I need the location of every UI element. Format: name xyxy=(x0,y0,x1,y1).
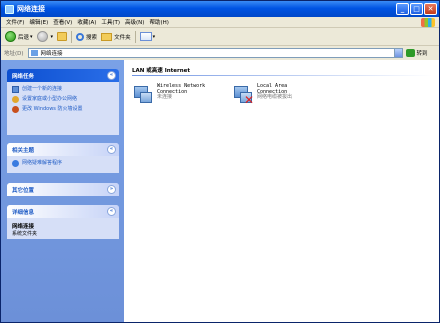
connection-text: Wireless Network Connection 未连接 xyxy=(157,83,205,101)
toolbar: 后退 ▾ ▾ 搜索 文件夹 ▾ xyxy=(1,28,439,46)
see-also-body: 网络疑难解答程序 xyxy=(7,156,119,174)
search-label: 搜索 xyxy=(86,34,98,41)
title-bar[interactable]: 网络连接 _ □ ✕ xyxy=(1,1,439,17)
collapse-icon[interactable]: « xyxy=(107,207,116,216)
task-pane: 网络任务 « 创建一个新的连接 设置家庭或小型办公网络 更改 Windows 防… xyxy=(1,60,124,322)
folder-up-icon xyxy=(57,32,68,41)
views-icon xyxy=(139,32,152,41)
toolbar-separator xyxy=(71,30,73,43)
menu-help[interactable]: 帮助(H) xyxy=(149,18,168,26)
see-also-header[interactable]: 相关主题 « xyxy=(7,143,119,156)
task-troubleshooter[interactable]: 网络疑难解答程序 xyxy=(12,160,114,167)
menu-tools[interactable]: 工具(T) xyxy=(101,18,120,26)
up-folder-button[interactable] xyxy=(57,32,68,41)
task-label: 创建一个新的连接 xyxy=(22,86,63,92)
folders-button[interactable]: 文件夹 xyxy=(101,32,131,41)
collapse-icon[interactable]: « xyxy=(107,145,116,154)
details-panel: 详细信息 « 网络连接 系统文件夹 xyxy=(7,205,119,239)
lan-connection-item[interactable]: ✕ Local Area Connection 网络电缆被拔出 xyxy=(232,83,293,106)
expand-icon[interactable]: » xyxy=(107,185,116,194)
other-places-header[interactable]: 其它位置 » xyxy=(7,183,119,196)
network-folder-icon xyxy=(5,4,14,14)
task-label: 设置家庭或小型办公网络 xyxy=(22,96,78,102)
chevron-down-icon: ▾ xyxy=(152,33,156,40)
go-label: 转到 xyxy=(416,50,428,57)
lan-connection-icon: ✕ xyxy=(232,84,254,106)
task-firewall-settings[interactable]: 更改 Windows 防火墙设置 xyxy=(12,106,114,113)
address-dropdown-icon[interactable] xyxy=(393,48,402,57)
windows-logo-icon xyxy=(421,18,435,27)
firewall-icon xyxy=(12,106,19,113)
menu-file[interactable]: 文件(F) xyxy=(6,18,24,26)
search-icon xyxy=(76,32,85,41)
details-title: 详细信息 xyxy=(12,209,35,216)
menu-favorites[interactable]: 收藏(A) xyxy=(77,18,96,26)
toolbar-separator xyxy=(134,30,136,43)
forward-button[interactable]: ▾ xyxy=(36,31,54,42)
other-places-title: 其它位置 xyxy=(12,187,35,194)
group-header: LAN 或高速 Internet xyxy=(132,68,191,74)
network-connections-icon xyxy=(30,49,38,56)
content-area: LAN 或高速 Internet Wireless Network Connec… xyxy=(124,60,439,322)
network-tasks-panel: 网络任务 « 创建一个新的连接 设置家庭或小型办公网络 更改 Windows 防… xyxy=(7,69,119,135)
chevron-down-icon: ▾ xyxy=(50,33,54,40)
help-icon xyxy=(12,160,19,167)
maximize-button[interactable]: □ xyxy=(410,3,423,15)
other-places-panel: 其它位置 » xyxy=(7,183,119,196)
see-also-title: 相关主题 xyxy=(12,147,35,154)
wireless-connection-icon xyxy=(132,84,154,106)
menu-advanced[interactable]: 高级(N) xyxy=(125,18,144,26)
network-tasks-header[interactable]: 网络任务 « xyxy=(7,69,119,82)
wireless-connection-item[interactable]: Wireless Network Connection 未连接 xyxy=(132,83,205,106)
folders-icon xyxy=(101,32,113,41)
address-bar: 地址(D) 网络连接 转到 xyxy=(1,46,439,59)
new-connection-icon xyxy=(12,86,19,93)
network-wizard-icon xyxy=(12,96,19,103)
go-button[interactable]: 转到 xyxy=(405,48,428,57)
collapse-icon[interactable]: « xyxy=(107,71,116,80)
explorer-window: 网络连接 _ □ ✕ 文件(F) 编辑(E) 查看(V) 收藏(A) 工具(T)… xyxy=(0,0,440,323)
search-button[interactable]: 搜索 xyxy=(76,32,98,41)
address-label: 地址(D) xyxy=(4,50,24,57)
close-button[interactable]: ✕ xyxy=(424,3,437,15)
chevron-down-icon: ▾ xyxy=(30,33,33,40)
task-label: 更改 Windows 防火墙设置 xyxy=(22,106,83,112)
details-body: 网络连接 系统文件夹 xyxy=(7,218,119,241)
window-controls: _ □ ✕ xyxy=(396,3,437,15)
task-label: 网络疑难解答程序 xyxy=(22,160,63,166)
connection-status: 未连接 xyxy=(157,94,173,100)
go-arrow-icon xyxy=(405,48,415,57)
disconnected-x-icon: ✕ xyxy=(244,93,255,107)
back-label: 后退 xyxy=(18,34,30,41)
connection-text: Local Area Connection 网络电缆被拔出 xyxy=(257,83,293,101)
task-setup-home-network[interactable]: 设置家庭或小型办公网络 xyxy=(12,96,114,103)
menu-edit[interactable]: 编辑(E) xyxy=(29,18,48,26)
network-tasks-body: 创建一个新的连接 设置家庭或小型办公网络 更改 Windows 防火墙设置 xyxy=(7,82,119,120)
connection-status: 网络电缆被拔出 xyxy=(257,94,293,100)
task-create-connection[interactable]: 创建一个新的连接 xyxy=(12,86,114,93)
minimize-button[interactable]: _ xyxy=(396,3,409,15)
menu-bar: 文件(F) 编辑(E) 查看(V) 收藏(A) 工具(T) 高级(N) 帮助(H… xyxy=(1,17,439,28)
address-input[interactable]: 网络连接 xyxy=(27,47,403,58)
back-button[interactable]: 后退 ▾ xyxy=(5,31,33,42)
views-button[interactable]: ▾ xyxy=(139,32,156,41)
details-header[interactable]: 详细信息 « xyxy=(7,205,119,218)
folders-label: 文件夹 xyxy=(114,34,131,41)
address-value: 网络连接 xyxy=(40,50,63,57)
network-tasks-title: 网络任务 xyxy=(12,73,35,80)
details-sub: 系统文件夹 xyxy=(12,231,38,237)
see-also-panel: 相关主题 « 网络疑难解答程序 xyxy=(7,143,119,173)
forward-arrow-icon xyxy=(36,31,48,42)
details-name: 网络连接 xyxy=(12,224,35,230)
window-title: 网络连接 xyxy=(17,5,45,13)
menu-view[interactable]: 查看(V) xyxy=(53,18,72,26)
back-arrow-icon xyxy=(5,31,16,42)
group-divider xyxy=(132,75,432,76)
